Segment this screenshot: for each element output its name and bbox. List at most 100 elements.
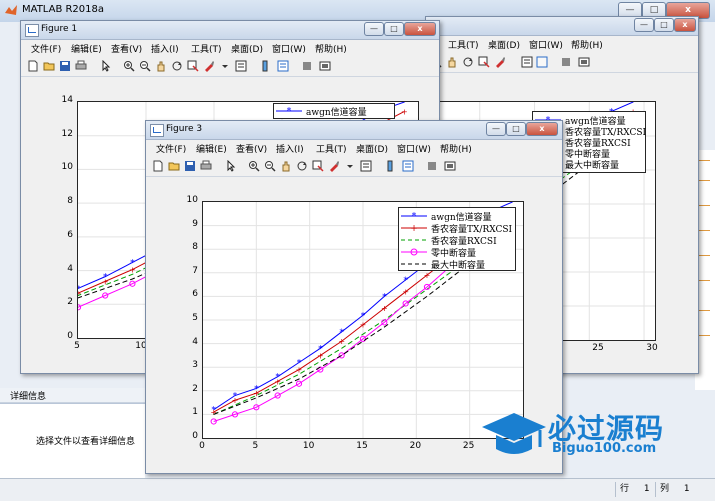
hide-plot-tools-icon[interactable] [301, 60, 313, 72]
link-plot-icon[interactable] [521, 56, 533, 68]
fig1-ytick: 6 [67, 229, 73, 240]
brush-icon[interactable] [494, 56, 506, 68]
fig3-menu-help[interactable]: 帮助(H) [440, 142, 472, 155]
fig1-menu-help[interactable]: 帮助(H) [315, 42, 347, 55]
open-file-icon[interactable] [43, 60, 55, 72]
fig2-maximize-button[interactable]: □ [654, 18, 674, 32]
insert-legend-icon[interactable] [277, 60, 289, 72]
rotate-icon[interactable] [171, 60, 183, 72]
fig3-menu-tools[interactable]: 工具(T) [316, 142, 347, 155]
new-figure-icon[interactable] [152, 160, 164, 172]
brush-icon[interactable] [203, 60, 215, 72]
insert-legend-icon[interactable] [402, 160, 414, 172]
row-label: 行 [620, 484, 630, 494]
figure-3-toolbar [146, 157, 562, 177]
hide-plot-tools-icon[interactable] [560, 56, 572, 68]
watermark-logo: 必过源码 Biguo100.com [478, 405, 708, 465]
fig3-close-button[interactable]: x [526, 122, 558, 136]
pan-icon[interactable] [155, 60, 167, 72]
data-point [210, 418, 217, 425]
figure-1-title-bar[interactable]: Figure 1 — □ x [21, 21, 439, 40]
fig1-menu-window[interactable]: 窗口(W) [272, 42, 306, 55]
fig3-ytick: 10 [186, 195, 198, 205]
fig1-xtick: 5 [74, 341, 80, 351]
chevron-down-icon[interactable] [219, 60, 231, 72]
figure-3-title: Figure 3 [166, 124, 203, 134]
fig3-menu-view[interactable]: 查看(V) [236, 142, 267, 155]
fig2-menu-desktop[interactable]: 桌面(D) [488, 38, 520, 51]
fig3-menu-window[interactable]: 窗口(W) [397, 142, 431, 155]
data-point: + [424, 271, 431, 280]
fig2-close-button[interactable]: x [674, 18, 696, 32]
show-plot-tools-icon[interactable] [444, 160, 456, 172]
rotate-icon[interactable] [296, 160, 308, 172]
fig3-minimize-button[interactable]: — [486, 122, 506, 136]
svg-text:+: + [410, 224, 418, 233]
fig2-menu-tools[interactable]: 工具(T) [448, 38, 479, 51]
fig1-ytick: 14 [61, 95, 73, 105]
zoom-in-icon[interactable] [248, 160, 260, 172]
fig3-ytick: 4 [192, 336, 198, 347]
fig2-menu-window[interactable]: 窗口(W) [529, 38, 563, 51]
fig1-menu-file[interactable]: 文件(F) [31, 42, 61, 55]
fig1-menu-insert[interactable]: 插入(I) [151, 42, 179, 55]
fig3-maximize-button[interactable]: □ [506, 122, 526, 136]
fig3-menu-edit[interactable]: 编辑(E) [196, 142, 227, 155]
figure-1-title: Figure 1 [41, 24, 78, 34]
insert-colorbar-icon[interactable] [536, 56, 548, 68]
print-icon[interactable] [75, 60, 87, 72]
data-point: + [402, 288, 409, 297]
edit-plot-arrow-icon[interactable] [226, 160, 238, 172]
fig1-menu-desktop[interactable]: 桌面(D) [231, 42, 263, 55]
fig1-menu-tools[interactable]: 工具(T) [191, 42, 222, 55]
zoom-in-icon[interactable] [123, 60, 135, 72]
data-cursor-icon[interactable] [478, 56, 490, 68]
details-hint: 选择文件以查看详细信息 [36, 437, 136, 447]
save-icon[interactable] [184, 160, 196, 172]
edit-plot-arrow-icon[interactable] [101, 60, 113, 72]
fig2-menu-help[interactable]: 帮助(H) [571, 38, 603, 51]
pan-icon[interactable] [446, 56, 458, 68]
app-title: MATLAB R2018a [22, 4, 105, 15]
fig1-minimize-button[interactable]: — [364, 22, 384, 36]
data-point: + [360, 321, 367, 330]
link-plot-icon[interactable] [235, 60, 247, 72]
fig2-minimize-button[interactable]: — [634, 18, 654, 32]
pan-icon[interactable] [280, 160, 292, 172]
data-cursor-icon[interactable] [312, 160, 324, 172]
fig1-menu-edit[interactable]: 编辑(E) [71, 42, 102, 55]
show-plot-tools-icon[interactable] [319, 60, 331, 72]
insert-colorbar-icon[interactable] [384, 160, 396, 172]
show-plot-tools-icon[interactable] [578, 56, 590, 68]
status-bar: 行 1 列 1 [0, 478, 715, 501]
fig3-xtick: 0 [199, 441, 205, 451]
data-point: + [381, 304, 388, 313]
zoom-out-icon[interactable] [139, 60, 151, 72]
zoom-out-icon[interactable] [264, 160, 276, 172]
chevron-down-icon[interactable] [344, 160, 356, 172]
print-icon[interactable] [200, 160, 212, 172]
rotate-icon[interactable] [462, 56, 474, 68]
save-icon[interactable] [59, 60, 71, 72]
fig1-maximize-button[interactable]: □ [384, 22, 404, 36]
new-figure-icon[interactable] [27, 60, 39, 72]
open-file-icon[interactable] [168, 160, 180, 172]
fig1-close-button[interactable]: x [404, 22, 436, 36]
data-cursor-icon[interactable] [187, 60, 199, 72]
fig1-menu-view[interactable]: 查看(V) [111, 42, 142, 55]
figure-3-menubar: 文件(F) 编辑(E) 查看(V) 插入(I) 工具(T) 桌面(D) 窗口(W… [146, 140, 562, 157]
link-plot-icon[interactable] [360, 160, 372, 172]
brush-icon[interactable] [328, 160, 340, 172]
fig3-menu-desktop[interactable]: 桌面(D) [356, 142, 388, 155]
figure-2-title-bar[interactable]: — □ x [426, 17, 698, 36]
row-indicator: 行 1 [615, 482, 650, 497]
fig3-xtick: 5 [252, 441, 259, 451]
details-panel: 选择文件以查看详细信息 [0, 403, 145, 479]
insert-colorbar-icon[interactable] [259, 60, 271, 72]
matlab-logo-icon [5, 5, 17, 15]
figure-3-title-bar[interactable]: Figure 3 — □ x [146, 121, 562, 140]
fig3-menu-file[interactable]: 文件(F) [156, 142, 186, 155]
hide-plot-tools-icon[interactable] [426, 160, 438, 172]
fig3-menu-insert[interactable]: 插入(I) [276, 142, 304, 155]
figure-1-menubar: 文件(F) 编辑(E) 查看(V) 插入(I) 工具(T) 桌面(D) 窗口(W… [21, 40, 439, 57]
